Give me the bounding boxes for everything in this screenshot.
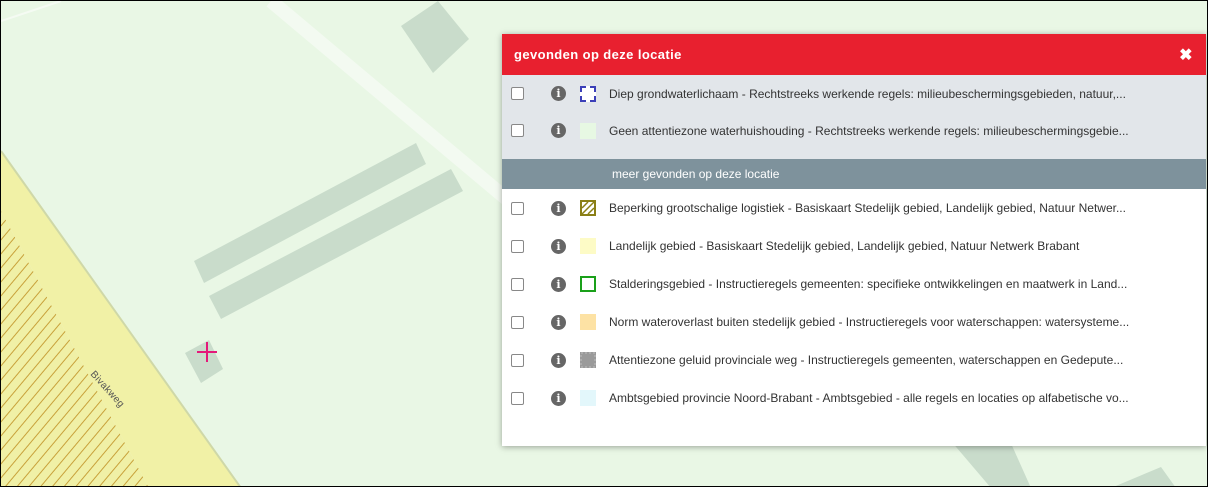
- green-outline-box-icon: [580, 276, 596, 292]
- list-item[interactable]: i Attentiezone geluid provinciale weg - …: [502, 341, 1206, 379]
- item-label: Norm wateroverlast buiten stedelijk gebi…: [609, 315, 1130, 329]
- list-item[interactable]: i Geen attentiezone waterhuishouding - R…: [502, 112, 1206, 149]
- item-checkbox[interactable]: [511, 277, 524, 291]
- hatched-box-icon: [580, 200, 596, 216]
- info-icon[interactable]: i: [551, 390, 566, 406]
- info-icon[interactable]: i: [551, 314, 566, 330]
- item-label: Diep grondwaterlichaam - Rechtstreeks we…: [609, 86, 1126, 101]
- item-label: Attentiezone geluid provinciale weg - In…: [609, 353, 1124, 367]
- item-checkbox[interactable]: [511, 353, 524, 367]
- item-label: Stalderingsgebied - Instructieregels gem…: [609, 277, 1128, 291]
- light-green-swatch-icon: [580, 122, 596, 139]
- info-icon[interactable]: i: [551, 276, 566, 292]
- info-icon[interactable]: i: [551, 123, 566, 138]
- info-icon[interactable]: i: [551, 238, 566, 254]
- item-checkbox[interactable]: [511, 124, 524, 137]
- item-checkbox[interactable]: [511, 391, 524, 405]
- info-icon[interactable]: i: [551, 200, 566, 216]
- item-checkbox[interactable]: [511, 315, 524, 329]
- item-label: Ambtsgebied provincie Noord-Brabant - Am…: [609, 391, 1129, 405]
- location-marker-icon: [197, 342, 217, 362]
- list-item[interactable]: i Beperking grootschalige logistiek - Ba…: [502, 189, 1206, 227]
- grey-dotted-swatch-icon: [580, 352, 596, 368]
- info-icon[interactable]: i: [551, 352, 566, 368]
- dashed-box-icon: [580, 85, 596, 102]
- info-panel: gevonden op deze locatie ✖ i Diep grondw…: [502, 34, 1206, 446]
- list-item[interactable]: i Stalderingsgebied - Instructieregels g…: [502, 265, 1206, 303]
- panel-title: gevonden op deze locatie: [514, 47, 682, 62]
- list-item[interactable]: i Norm wateroverlast buiten stedelijk ge…: [502, 303, 1206, 341]
- orange-swatch-icon: [580, 314, 596, 330]
- info-icon[interactable]: i: [551, 86, 566, 101]
- item-checkbox[interactable]: [511, 201, 524, 215]
- pale-yellow-swatch-icon: [580, 238, 596, 254]
- spacer: [502, 149, 1206, 159]
- list-item[interactable]: i Diep grondwaterlichaam - Rechtstreeks …: [502, 75, 1206, 112]
- list-item[interactable]: i Ambtsgebied provincie Noord-Brabant - …: [502, 379, 1206, 417]
- more-found-bar: meer gevonden op deze locatie: [502, 159, 1206, 189]
- panel-header: gevonden op deze locatie ✖: [502, 34, 1206, 75]
- item-checkbox[interactable]: [511, 87, 524, 100]
- light-cyan-swatch-icon: [580, 390, 596, 406]
- item-label: Geen attentiezone waterhuishouding - Rec…: [609, 123, 1129, 138]
- item-checkbox[interactable]: [511, 239, 524, 253]
- item-label: Landelijk gebied - Basiskaart Stedelijk …: [609, 239, 1080, 253]
- item-label: Beperking grootschalige logistiek - Basi…: [609, 201, 1126, 215]
- close-icon[interactable]: ✖: [1178, 47, 1194, 64]
- list-item[interactable]: i Landelijk gebied - Basiskaart Stedelij…: [502, 227, 1206, 265]
